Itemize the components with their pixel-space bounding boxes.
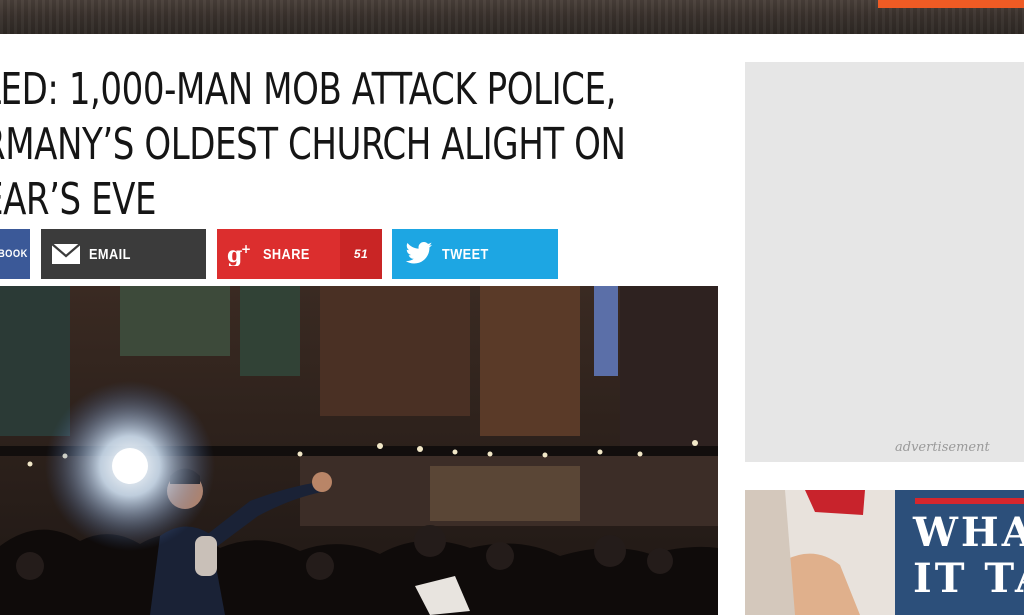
- email-share-label: EMAIL: [89, 245, 131, 263]
- google-plus-share-label: SHARE: [263, 245, 310, 263]
- email-share-button[interactable]: EMAIL: [41, 229, 206, 279]
- article-headline: LED: 1,000-MAN MOB ATTACK POLICE, RMANY’…: [0, 62, 626, 227]
- twitter-share-label: TWEET: [442, 245, 489, 263]
- headline-line-1: LED: 1,000-MAN MOB ATTACK POLICE,: [0, 64, 616, 115]
- headline-line-2: RMANY’S OLDEST CHURCH ALIGHT ON: [0, 119, 626, 170]
- facebook-share-label: BOOK: [0, 248, 28, 260]
- header-accent-tab[interactable]: [878, 0, 1024, 8]
- article-photo[interactable]: [0, 286, 718, 615]
- site-header-banner: [0, 0, 1024, 34]
- promo-headline: WHAT IT TA: [913, 510, 1024, 602]
- headline-line-3: EAR’S EVE: [0, 174, 157, 225]
- facebook-share-button[interactable]: BOOK: [0, 229, 30, 279]
- sidebar-promo-card[interactable]: WHAT IT TA: [745, 490, 1024, 615]
- twitter-share-button[interactable]: TWEET: [392, 229, 558, 279]
- promo-line-2: IT TA: [913, 555, 1024, 602]
- envelope-icon: [51, 243, 81, 265]
- promo-line-1: WHAT: [913, 509, 1024, 556]
- google-plus-share-button[interactable]: g + SHARE 51: [217, 229, 382, 279]
- google-plus-share-count: 51: [340, 229, 382, 279]
- twitter-bird-icon: [404, 242, 434, 266]
- google-plus-icon: g +: [227, 242, 255, 266]
- sidebar-advertisement[interactable]: advertisement: [745, 62, 1024, 462]
- advertisement-label: advertisement: [895, 440, 990, 455]
- svg-text:+: +: [241, 242, 252, 256]
